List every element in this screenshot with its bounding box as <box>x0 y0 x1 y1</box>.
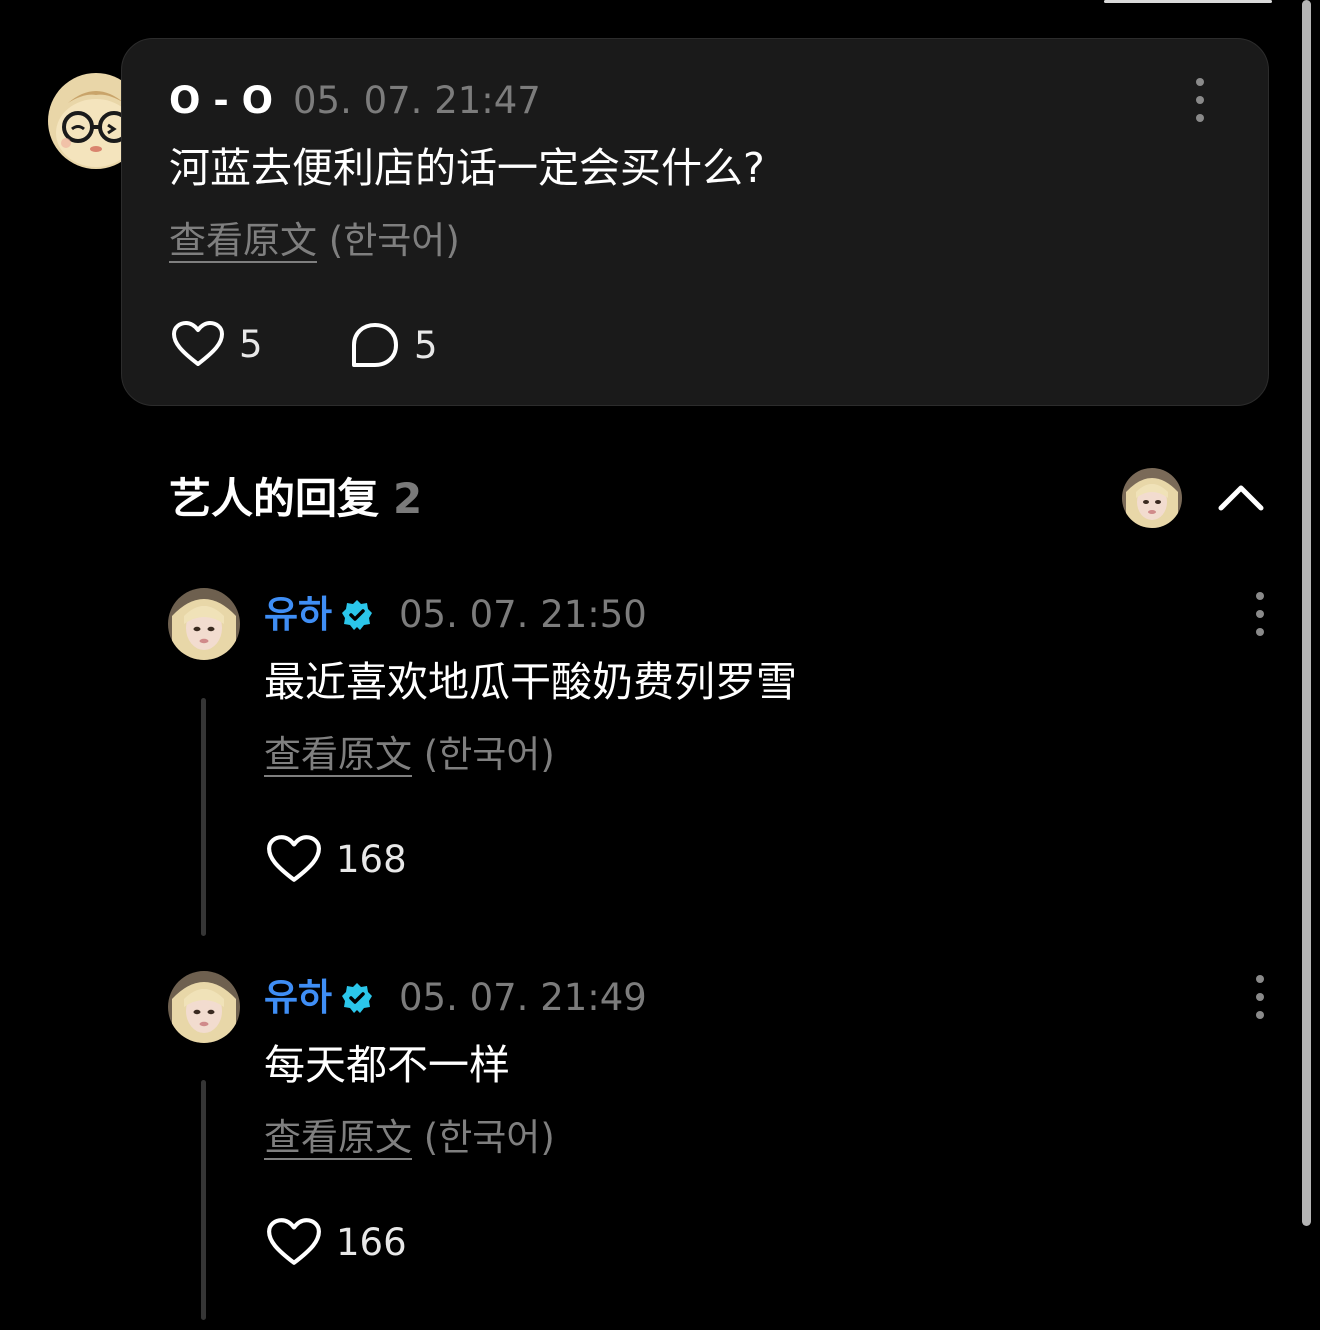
post-timestamp: 05. 07. 21:47 <box>293 79 541 122</box>
original-language: (한국어) <box>423 1116 555 1159</box>
original-language: (한국어) <box>328 219 460 262</box>
reply-1-like-button[interactable]: 168 <box>266 834 407 884</box>
artist-avatar-image <box>1122 468 1182 528</box>
post-translate: 查看原文 (한국어) <box>169 222 460 259</box>
reply-2-avatar[interactable] <box>168 971 240 1043</box>
reply-2-translate: 查看原文 (한국어) <box>264 1119 555 1156</box>
verified-badge-icon <box>342 982 373 1013</box>
view-original-link[interactable]: 查看原文 <box>264 733 412 776</box>
artist-replies-header: 艺人的回复 2 <box>169 478 422 520</box>
artist-avatar[interactable] <box>1122 468 1182 528</box>
reply-1-text: 最近喜欢地瓜干酸奶费列罗雪 <box>264 658 797 706</box>
like-count: 168 <box>336 837 407 881</box>
reply-1-timestamp: 05. 07. 21:50 <box>399 593 647 636</box>
heart-icon <box>267 1218 321 1265</box>
view-original-link[interactable]: 查看原文 <box>264 1116 412 1159</box>
comment-button[interactable]: 5 <box>350 321 438 369</box>
post-author[interactable]: O - O <box>169 82 273 119</box>
collapse-button[interactable] <box>1216 478 1266 522</box>
artist-avatar-image <box>168 971 240 1043</box>
artist-name: 유하 <box>264 593 333 636</box>
like-count: 5 <box>239 322 263 366</box>
like-count: 166 <box>336 1220 407 1264</box>
more-vertical-icon[interactable] <box>1188 78 1212 122</box>
reply-1-translate: 查看原文 (한국어) <box>264 736 555 773</box>
reply-2-author[interactable]: 유하 <box>264 979 374 1016</box>
comment-count: 5 <box>414 323 438 367</box>
reply-2-like-button[interactable]: 166 <box>266 1217 407 1267</box>
artist-name: 유하 <box>264 976 333 1019</box>
like-button[interactable]: 5 <box>171 320 263 368</box>
more-vertical-icon[interactable] <box>1248 592 1272 636</box>
heart-icon <box>172 321 224 366</box>
top-indicator <box>1104 0 1272 3</box>
reply-2-text: 每天都不一样 <box>264 1041 510 1089</box>
reply-2-timestamp: 05. 07. 21:49 <box>399 976 647 1019</box>
artist-avatar-image <box>168 588 240 660</box>
reply-1-author[interactable]: 유하 <box>264 596 374 633</box>
chevron-up-icon <box>1218 485 1264 511</box>
original-language: (한국어) <box>423 733 555 776</box>
view-original-link[interactable]: 查看原文 <box>169 219 317 262</box>
heart-icon <box>267 835 321 882</box>
verified-badge-icon <box>342 599 373 630</box>
reply-count: 2 <box>393 474 423 523</box>
thread-line <box>201 1080 206 1320</box>
thread-line <box>201 698 206 936</box>
section-title: 艺人的回复 <box>169 474 380 523</box>
comment-bubble-icon <box>352 323 398 367</box>
scrollbar[interactable] <box>1302 0 1311 1226</box>
reply-1-avatar[interactable] <box>168 588 240 660</box>
post-text: 河蓝去便利店的话一定会买什么? <box>169 144 765 192</box>
more-vertical-icon[interactable] <box>1248 975 1272 1019</box>
